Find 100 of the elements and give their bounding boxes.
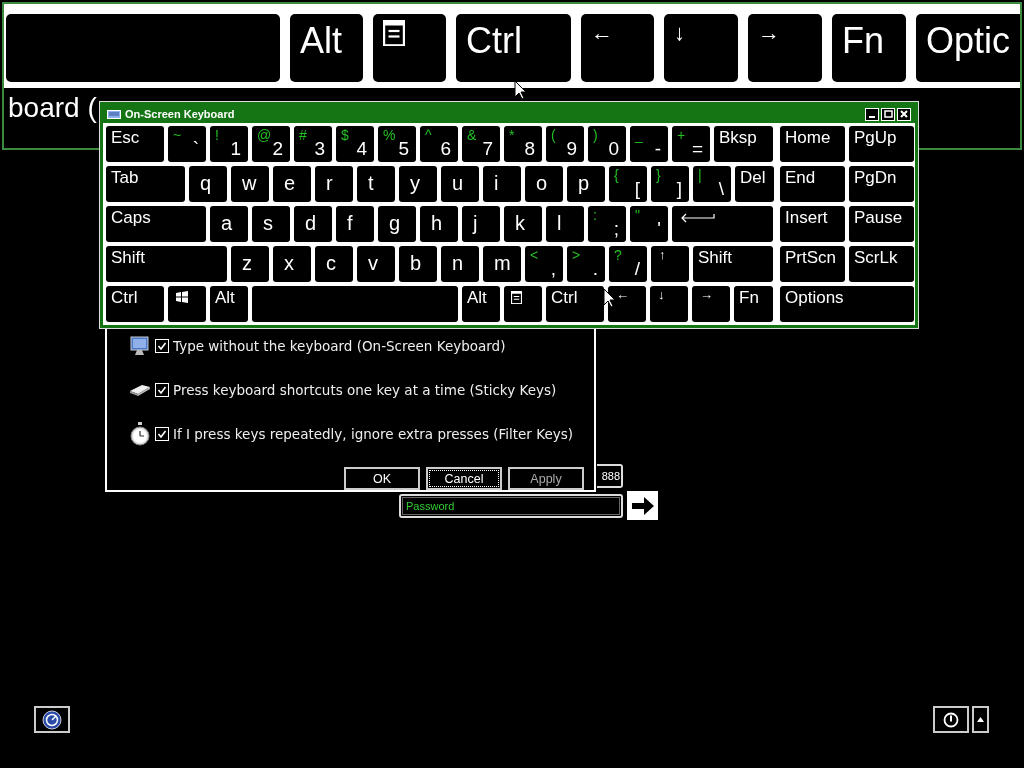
key[interactable]: Ctrl: [546, 286, 604, 322]
key[interactable]: Home: [780, 126, 845, 162]
menu-key[interactable]: [504, 286, 542, 322]
key[interactable]: ^ 6: [420, 126, 458, 162]
key[interactable]: f: [336, 206, 374, 242]
key[interactable]: PgDn: [849, 166, 914, 202]
key[interactable]: m: [483, 246, 521, 282]
enter-key[interactable]: [672, 206, 773, 242]
key[interactable]: + =: [672, 126, 710, 162]
window-title: On-Screen Keyboard: [125, 108, 235, 120]
key[interactable]: ScrLk: [849, 246, 914, 282]
key[interactable]: ~ `: [168, 126, 206, 162]
key[interactable]: c: [315, 246, 353, 282]
key[interactable]: Alt: [210, 286, 248, 322]
checkbox[interactable]: [155, 427, 169, 441]
submit-button[interactable]: [627, 491, 658, 520]
key[interactable]: Insert: [780, 206, 845, 242]
minimize-button[interactable]: [865, 107, 879, 121]
key[interactable]: r: [315, 166, 353, 202]
key[interactable]: > .: [567, 246, 605, 282]
key[interactable]: Shift: [693, 246, 773, 282]
key[interactable]: a: [210, 206, 248, 242]
magnified-key[interactable]: Alt: [290, 14, 363, 82]
key[interactable]: t: [357, 166, 395, 202]
key[interactable]: h: [420, 206, 458, 242]
key[interactable]: @ 2: [252, 126, 290, 162]
key[interactable]: u: [441, 166, 479, 202]
key[interactable]: # 3: [294, 126, 332, 162]
key[interactable]: $ 4: [336, 126, 374, 162]
key[interactable]: Esc: [106, 126, 164, 162]
key[interactable]: Bksp: [714, 126, 773, 162]
key[interactable]: z: [231, 246, 269, 282]
checkbox[interactable]: [155, 383, 169, 397]
key[interactable]: n: [441, 246, 479, 282]
arrow-key[interactable]: ↑: [651, 246, 689, 282]
key[interactable]: o: [525, 166, 563, 202]
dialog-button[interactable]: OK: [344, 467, 420, 490]
windows-key[interactable]: [168, 286, 206, 322]
checkbox[interactable]: [155, 339, 169, 353]
key[interactable]: d: [294, 206, 332, 242]
power-button[interactable]: [933, 706, 969, 733]
key[interactable]: { [: [609, 166, 647, 202]
key[interactable]: Tab: [106, 166, 185, 202]
key[interactable]: ( 9: [546, 126, 584, 162]
key[interactable]: v: [357, 246, 395, 282]
key[interactable]: & 7: [462, 126, 500, 162]
key[interactable]: b: [399, 246, 437, 282]
close-icon: [900, 110, 908, 118]
key[interactable]: % 5: [378, 126, 416, 162]
magnified-menu-key[interactable]: [373, 14, 446, 82]
key[interactable]: Caps: [106, 206, 206, 242]
password-field[interactable]: Password: [399, 494, 623, 518]
key[interactable]: ) 0: [588, 126, 626, 162]
arrow-key[interactable]: →: [692, 286, 730, 322]
arrow-key[interactable]: ↓: [650, 286, 688, 322]
arrow-key[interactable]: ←: [608, 286, 646, 322]
key[interactable]: q: [189, 166, 227, 202]
key[interactable]: Del: [735, 166, 774, 202]
key[interactable]: i: [483, 166, 521, 202]
menu-icon: [511, 291, 522, 305]
close-button[interactable]: [897, 107, 911, 121]
ease-of-access-button[interactable]: [34, 706, 70, 733]
magnified-arrow-key[interactable]: ↓: [664, 14, 738, 82]
key[interactable]: w: [231, 166, 269, 202]
key[interactable]: Fn: [734, 286, 773, 322]
key[interactable]: j: [462, 206, 500, 242]
key[interactable]: } ]: [651, 166, 689, 202]
key[interactable]: ! 1: [210, 126, 248, 162]
key[interactable]: p: [567, 166, 605, 202]
key[interactable]: e: [273, 166, 311, 202]
magnified-arrow-key[interactable]: ←: [581, 14, 654, 82]
key[interactable]: x: [273, 246, 311, 282]
key[interactable]: PgUp: [849, 126, 914, 162]
key[interactable]: < ,: [525, 246, 563, 282]
magnified-key[interactable]: Fn: [832, 14, 906, 82]
key[interactable]: ? /: [609, 246, 647, 282]
magnified-key[interactable]: Optic: [916, 14, 1020, 82]
magnified-arrow-key[interactable]: →: [748, 14, 822, 82]
key[interactable]: k: [504, 206, 542, 242]
key[interactable]: Pause: [849, 206, 914, 242]
key[interactable]: Options: [780, 286, 914, 322]
key[interactable]: End: [780, 166, 845, 202]
key[interactable]: _ -: [630, 126, 668, 162]
key[interactable]: | \: [693, 166, 731, 202]
power-options-button[interactable]: [972, 706, 989, 733]
stopwatch-icon: [129, 422, 151, 446]
key[interactable]: l: [546, 206, 584, 242]
key[interactable]: PrtScn: [780, 246, 845, 282]
key[interactable]: Ctrl: [106, 286, 164, 322]
dialog-button[interactable]: Cancel: [426, 467, 502, 490]
key[interactable]: y: [399, 166, 437, 202]
key[interactable]: Shift: [106, 246, 227, 282]
key[interactable]: Alt: [462, 286, 500, 322]
key[interactable]: : ;: [588, 206, 626, 242]
magnified-key[interactable]: Ctrl: [456, 14, 571, 82]
key[interactable]: * 8: [504, 126, 542, 162]
maximize-button[interactable]: [881, 107, 895, 121]
key[interactable]: s: [252, 206, 290, 242]
key[interactable]: g: [378, 206, 416, 242]
key[interactable]: " ': [630, 206, 668, 242]
